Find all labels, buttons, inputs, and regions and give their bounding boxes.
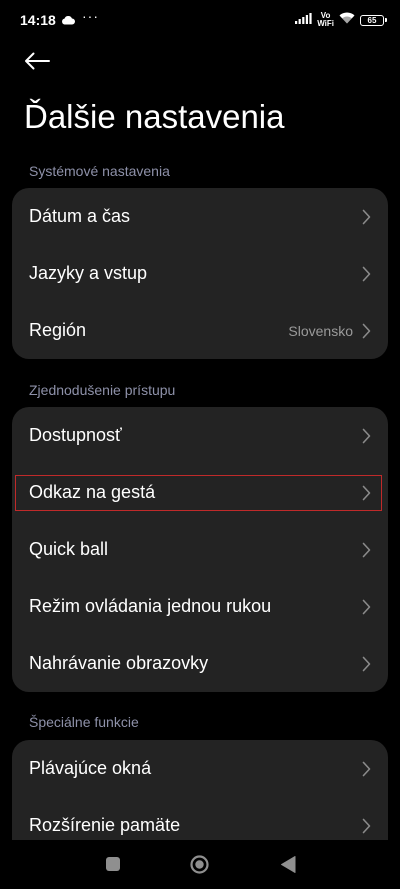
circle-icon[interactable] xyxy=(190,855,209,874)
screen: 14:18 ··· Vo WiFi 65 Ďalšie nastavenia S… xyxy=(0,0,400,889)
triangle-back-icon[interactable] xyxy=(280,855,296,874)
section-header-accessibility: Zjednodušenie prístupu xyxy=(29,382,176,398)
back-button[interactable] xyxy=(22,48,52,78)
settings-item-label: Nahrávanie obrazovky xyxy=(29,653,209,673)
vowifi-line2: WiFi xyxy=(317,19,334,28)
settings-item-label: Jazyky a vstup xyxy=(29,263,148,283)
arrow-left-icon xyxy=(24,52,50,75)
settings-item-value: Slovensko xyxy=(288,322,353,339)
section-header-special-features: Špeciálne funkcie xyxy=(29,714,139,730)
settings-item-label: Rozšírenie pamäte xyxy=(29,815,181,835)
chevron-right-icon xyxy=(362,656,371,671)
chevron-right-icon xyxy=(362,428,371,443)
settings-item-gesture-shortcuts[interactable]: Odkaz na gestá xyxy=(12,464,388,521)
more-notifications-icon: ··· xyxy=(82,8,99,24)
chevron-right-icon xyxy=(362,323,371,338)
card-system-settings: Dátum a čas Jazyky a vstup Región Sloven… xyxy=(12,188,388,359)
card-accessibility: Dostupnosť Odkaz na gestá Quick ball Rež… xyxy=(12,407,388,692)
settings-item-date-time[interactable]: Dátum a čas xyxy=(12,188,388,245)
section-header-system: Systémové nastavenia xyxy=(29,163,170,179)
chevron-right-icon xyxy=(362,209,371,224)
settings-item-screen-recorder[interactable]: Nahrávanie obrazovky xyxy=(12,635,388,692)
chevron-right-icon xyxy=(362,266,371,281)
signal-icon xyxy=(295,11,312,29)
status-time: 14:18 xyxy=(20,12,56,28)
navigation-bar xyxy=(0,840,400,889)
battery-level: 65 xyxy=(367,15,377,25)
settings-item-languages-input[interactable]: Jazyky a vstup xyxy=(12,245,388,302)
chevron-right-icon xyxy=(362,818,371,833)
settings-item-label: Dátum a čas xyxy=(29,206,131,226)
square-icon[interactable] xyxy=(106,857,120,871)
settings-item-label: Región xyxy=(29,320,87,340)
cloud-icon xyxy=(61,12,75,30)
battery-icon: 65 xyxy=(360,14,387,26)
settings-item-label: Režim ovládania jednou rukou xyxy=(29,596,272,616)
chevron-right-icon xyxy=(362,542,371,557)
status-bar: 14:18 ··· Vo WiFi 65 xyxy=(0,0,400,40)
settings-item-label: Quick ball xyxy=(29,539,109,559)
page-title: Ďalšie nastavenia xyxy=(24,98,285,135)
settings-item-label: Plávajúce okná xyxy=(29,758,152,778)
settings-item-label: Odkaz na gestá xyxy=(29,482,156,502)
settings-item-label: Dostupnosť xyxy=(29,425,122,445)
wifi-icon xyxy=(339,11,355,29)
settings-item-quick-ball[interactable]: Quick ball xyxy=(12,521,388,578)
settings-item-accessibility[interactable]: Dostupnosť xyxy=(12,407,388,464)
settings-item-one-handed-mode[interactable]: Režim ovládania jednou rukou xyxy=(12,578,388,635)
vowifi-icon: Vo WiFi xyxy=(317,12,334,28)
chevron-right-icon xyxy=(362,485,371,500)
chevron-right-icon xyxy=(362,761,371,776)
chevron-right-icon xyxy=(362,599,371,614)
settings-item-floating-windows[interactable]: Plávajúce okná xyxy=(12,740,388,797)
status-indicators: Vo WiFi 65 xyxy=(295,10,387,30)
settings-item-region[interactable]: Región Slovensko xyxy=(12,302,388,359)
